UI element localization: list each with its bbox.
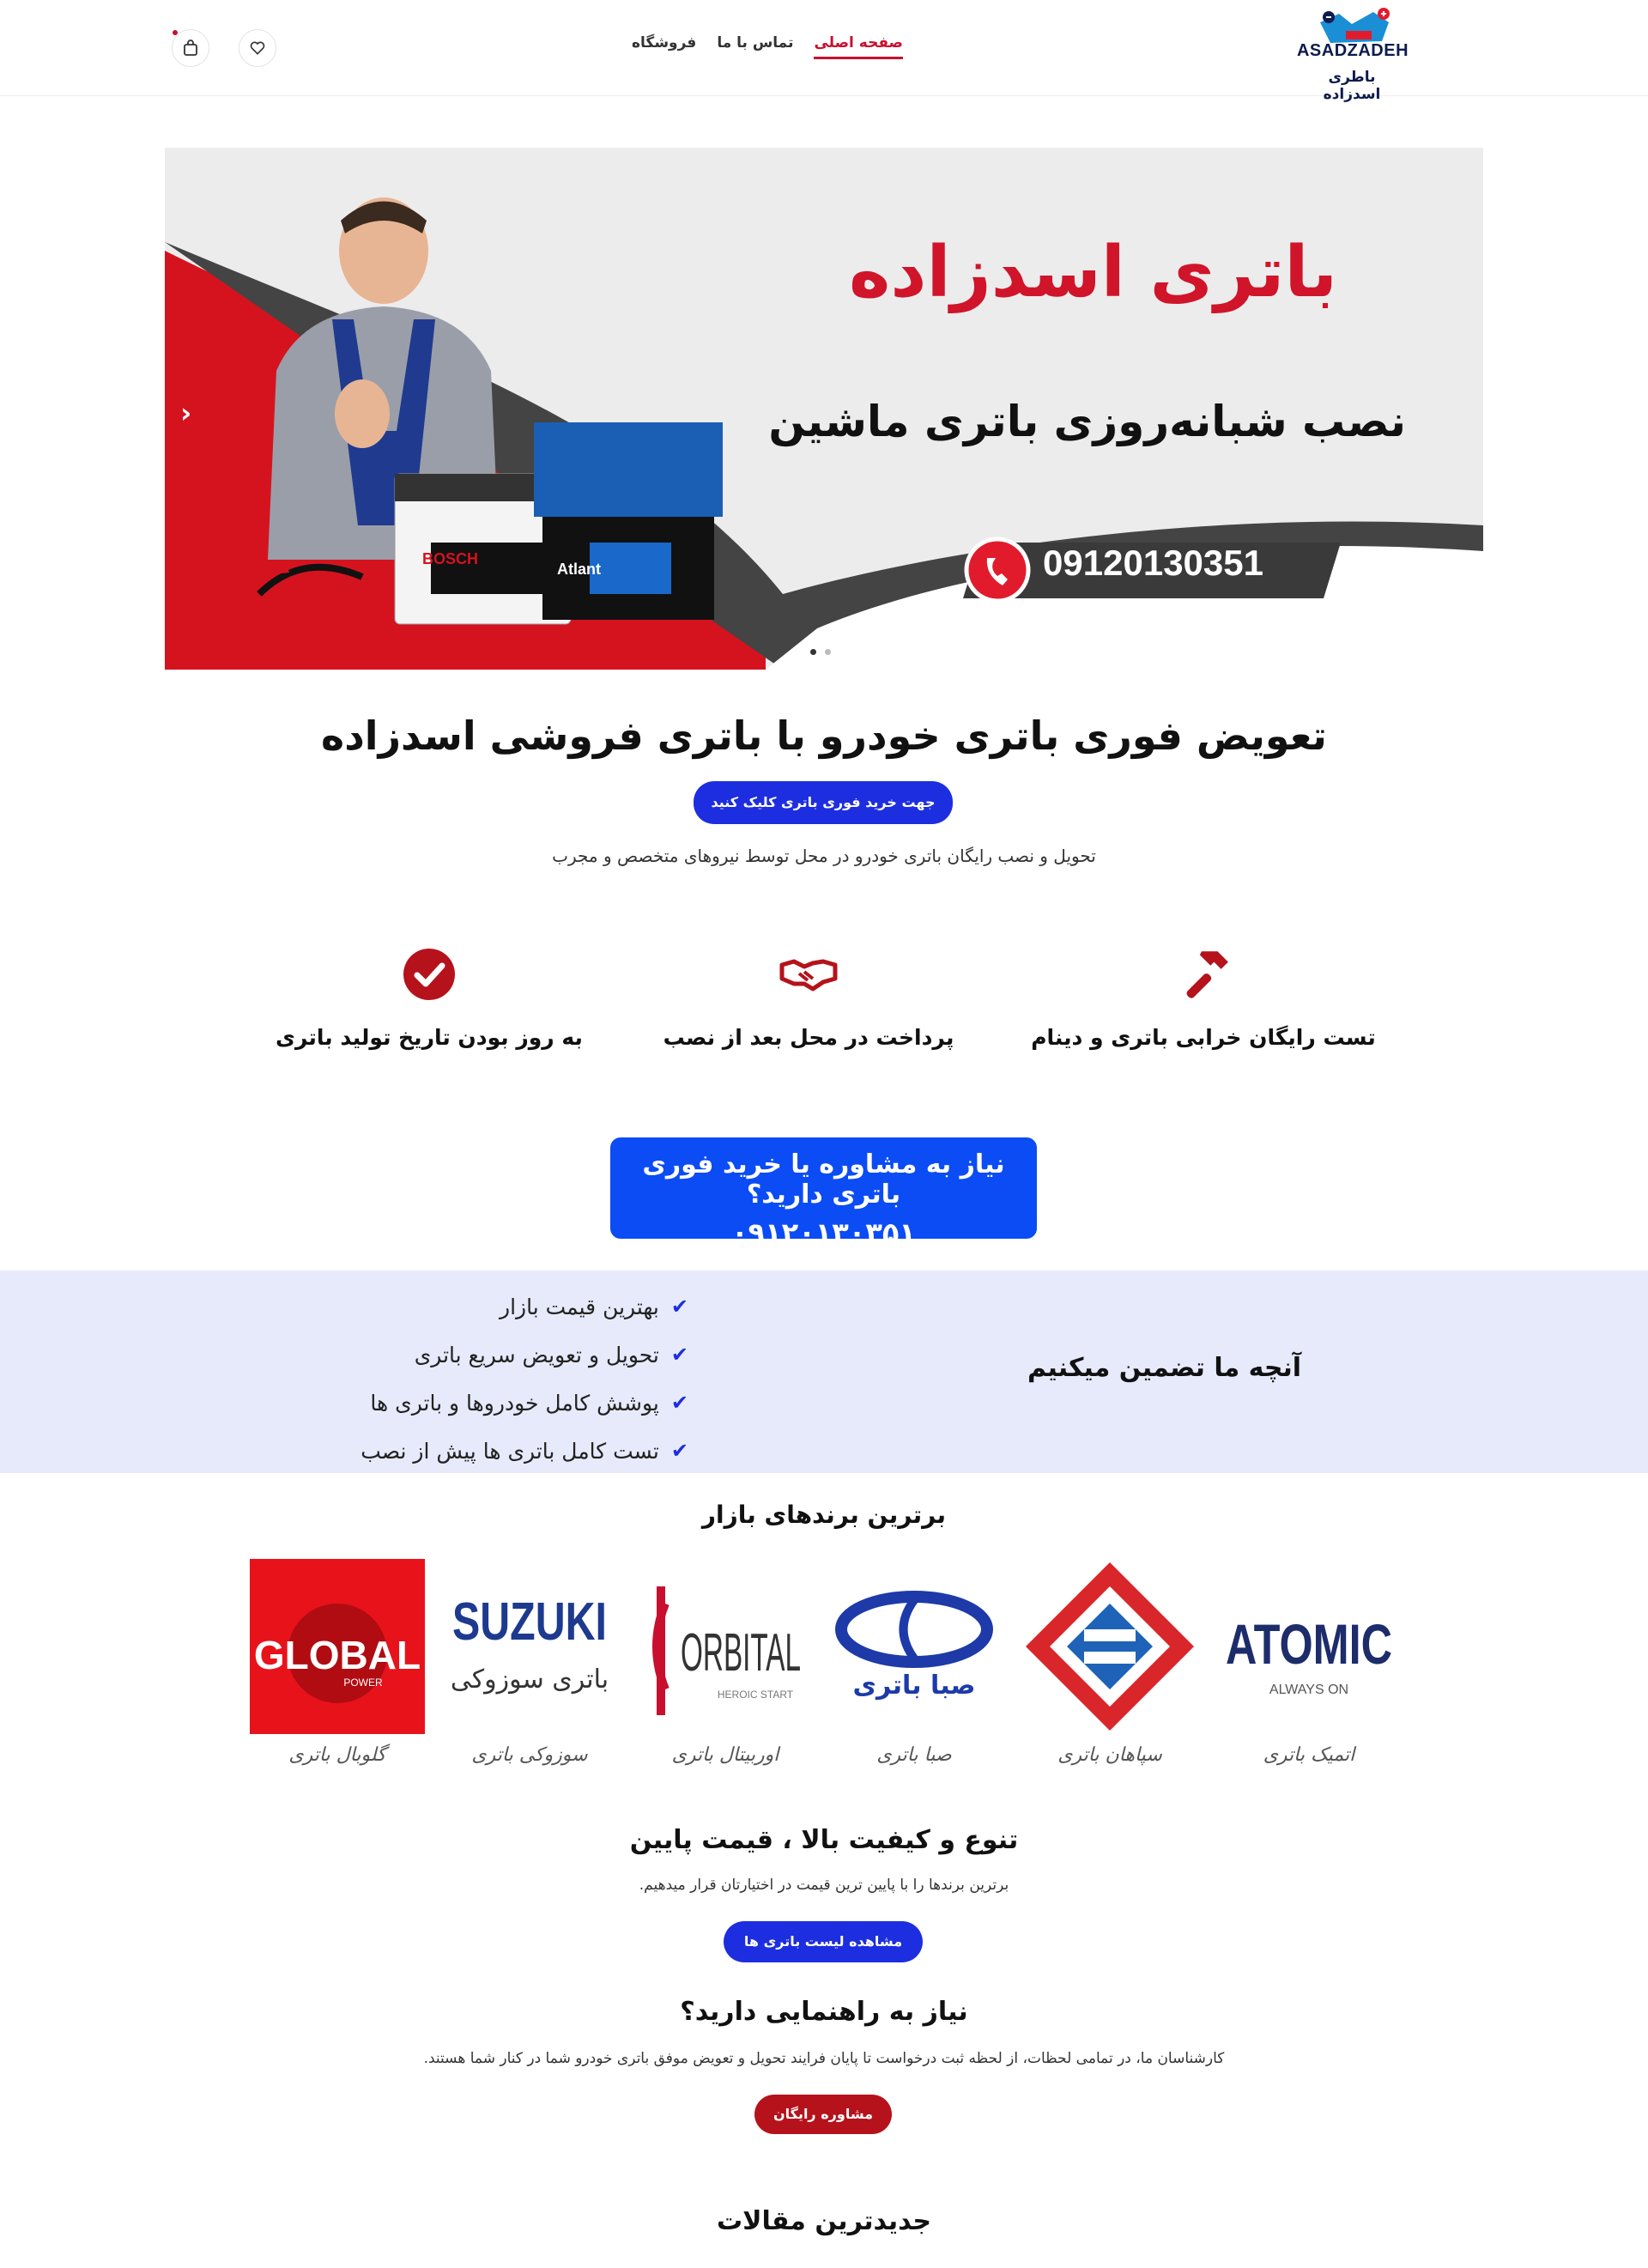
feature-label: تست رایگان خرابی باتری و دینام bbox=[1031, 1025, 1376, 1050]
brand-sepahan[interactable]: سپاهان باتری bbox=[1020, 1561, 1200, 1767]
svg-text:ALWAYS ON: ALWAYS ON bbox=[1269, 1683, 1348, 1697]
brand-name: سپاهان باتری bbox=[1057, 1744, 1162, 1766]
check-circle-icon bbox=[403, 949, 455, 1000]
brand-atomic[interactable]: ATOMIC ALWAYS ON اتمیک باتری bbox=[1219, 1561, 1399, 1767]
brands-title: برترین برندهای بازار bbox=[701, 1501, 947, 1529]
slider-dot-2[interactable] bbox=[810, 649, 816, 655]
hero-title: تعویض فوری باتری خودرو با باتری فروشی اس… bbox=[321, 713, 1327, 759]
svg-text:باتری سوزوکی: باتری سوزوکی bbox=[451, 1665, 609, 1695]
svg-text:BOSCH: BOSCH bbox=[422, 550, 478, 567]
list-item: ✔ پوشش کامل خودروها و باتری ها bbox=[370, 1390, 688, 1416]
list-item: ✔ بهترین قیمت بازار bbox=[500, 1294, 688, 1319]
guarantee-title: آنچه ما تضمین میکنیم bbox=[1027, 1353, 1301, 1383]
brand-name: اتمیک باتری bbox=[1263, 1744, 1355, 1766]
nav-item-contact[interactable]: تماس با ما bbox=[717, 34, 793, 59]
atomic-logo: ATOMIC ALWAYS ON bbox=[1219, 1561, 1399, 1732]
hammer-icon bbox=[1186, 951, 1228, 998]
consultation-call-button[interactable]: نیاز به مشاوره یا خرید فوری باتری دارید؟… bbox=[610, 1137, 1037, 1249]
feature-fresh-date: به روز بودن تاریخ تولید باتری bbox=[249, 944, 609, 1050]
slider-prev-arrow[interactable]: ‹ bbox=[180, 397, 191, 429]
svg-text:HEROIC START: HEROIC START bbox=[718, 1689, 794, 1701]
list-item: ✔ تست کامل باتری ها پیش از نصب bbox=[360, 1438, 688, 1464]
brand-name: سوزوکی باتری bbox=[471, 1744, 588, 1766]
brand-name: صبا باتری bbox=[876, 1744, 952, 1766]
slide-title: باتری اسدزاده bbox=[849, 232, 1337, 313]
global-logo: GLOBAL POWER bbox=[247, 1559, 427, 1734]
hero-slider[interactable]: BOSCH Atlant باتری اسدزاده نصب شبانه‌روز… bbox=[165, 148, 1483, 670]
brand-global[interactable]: GLOBAL POWER گلوبال باتری bbox=[247, 1559, 427, 1767]
cart-indicator bbox=[173, 30, 178, 35]
svg-text:Atlant: Atlant bbox=[557, 561, 601, 578]
variety-description: برترین برندها را با پایین ترین قیمت در ا… bbox=[639, 1877, 1009, 1894]
variety-title: تنوع و کیفیت بالا ، قیمت پایین bbox=[629, 1825, 1019, 1855]
buy-now-button[interactable]: جهت خرید فوری باتری کلیک کنید bbox=[694, 781, 953, 824]
nav-item-shop[interactable]: فروشگاه bbox=[632, 34, 696, 59]
slide-subtitle: نصب شبانه‌روزی باتری ماشین bbox=[768, 397, 1406, 446]
feature-label: پرداخت در محل بعد از نصب bbox=[663, 1025, 954, 1050]
slide-phone-number: 09120130351 bbox=[1043, 543, 1263, 583]
handshake-icon bbox=[779, 959, 838, 991]
svg-text:POWER: POWER bbox=[343, 1677, 383, 1689]
list-item: ✔ تحویل و تعویض سریع باتری bbox=[414, 1342, 688, 1367]
shopping-bag-icon bbox=[184, 39, 197, 56]
site-logo[interactable]: ASADZADEH باطری اسدزاده bbox=[1279, 5, 1425, 103]
feature-label: به روز بودن تاریخ تولید باتری bbox=[276, 1025, 583, 1050]
saba-logo: صبا باتری bbox=[824, 1561, 1004, 1732]
brand-name: اوربیتال باتری bbox=[671, 1744, 779, 1766]
cta-question: نیاز به مشاوره یا خرید فوری باتری دارید؟ bbox=[642, 1149, 1005, 1210]
cart-button[interactable] bbox=[172, 29, 209, 67]
sepahan-logo bbox=[1020, 1561, 1200, 1732]
check-icon: ✔ bbox=[670, 1439, 688, 1463]
svg-text:ATOMIC: ATOMIC bbox=[1226, 1612, 1392, 1676]
articles-title: جدیدترین مقالات bbox=[716, 2206, 932, 2236]
view-battery-list-button[interactable]: مشاهده لیست باتری ها bbox=[724, 1921, 923, 1962]
guide-description: کارشناسان ما، در تمامی لحظات، از لحظه ثب… bbox=[423, 2050, 1225, 2067]
logo-text-fa: باطری اسدزاده bbox=[1323, 69, 1381, 103]
guarantee-list: ✔ بهترین قیمت بازار ✔ تحویل و تعویض سریع ب… bbox=[360, 1283, 688, 1475]
suzuki-logo: SUZUKI باتری سوزوکی bbox=[439, 1561, 620, 1732]
check-icon: ✔ bbox=[670, 1343, 688, 1367]
guide-title: نیاز به راهنمایی دارید؟ bbox=[680, 1997, 968, 2027]
cta-phone: ۰۹۱۲۰۱۳۰۳۵۱ bbox=[731, 1216, 916, 1249]
slider-dots bbox=[810, 649, 831, 655]
nav-item-home[interactable]: صفحه اصلی bbox=[814, 34, 903, 59]
svg-text:GLOBAL: GLOBAL bbox=[254, 1633, 421, 1677]
brand-orbital[interactable]: ORBITAL HEROIC START اوربیتال باتری bbox=[635, 1561, 815, 1767]
wishlist-button[interactable] bbox=[239, 29, 276, 67]
guarantee-section: آنچه ما تضمین میکنیم ✔ بهترین قیمت بازار … bbox=[0, 1270, 1648, 1473]
svg-text:ORBITAL: ORBITAL bbox=[681, 1623, 801, 1683]
feature-pay-on-site: پرداخت در محل بعد از نصب bbox=[628, 944, 989, 1050]
brand-name: گلوبال باتری bbox=[288, 1744, 386, 1766]
site-header: ASADZADEH باطری اسدزاده صفحه اصلی تماس ب… bbox=[0, 0, 1648, 103]
brand-suzuki[interactable]: SUZUKI باتری سوزوکی سوزوکی باتری bbox=[439, 1561, 620, 1767]
check-icon: ✔ bbox=[670, 1295, 688, 1319]
hero-description: تحویل و نصب رایگان باتری خودرو در محل تو… bbox=[552, 846, 1096, 866]
logo-text-en: ASADZADEH bbox=[1296, 41, 1409, 60]
feature-free-test: تست رایگان خرابی باتری و دینام bbox=[1023, 944, 1384, 1050]
slider-dot-1[interactable] bbox=[825, 649, 831, 655]
orbital-logo: ORBITAL HEROIC START bbox=[635, 1561, 815, 1732]
svg-text:SUZUKI: SUZUKI bbox=[452, 1592, 607, 1652]
svg-text:صبا باتری: صبا باتری bbox=[853, 1671, 976, 1701]
heart-icon bbox=[250, 41, 265, 55]
main-nav: صفحه اصلی تماس با ما فروشگاه bbox=[632, 34, 903, 59]
free-consultation-button[interactable]: مشاوره رایگان bbox=[754, 2095, 892, 2134]
brand-saba[interactable]: صبا باتری صبا باتری bbox=[824, 1561, 1004, 1767]
check-icon: ✔ bbox=[670, 1391, 688, 1415]
